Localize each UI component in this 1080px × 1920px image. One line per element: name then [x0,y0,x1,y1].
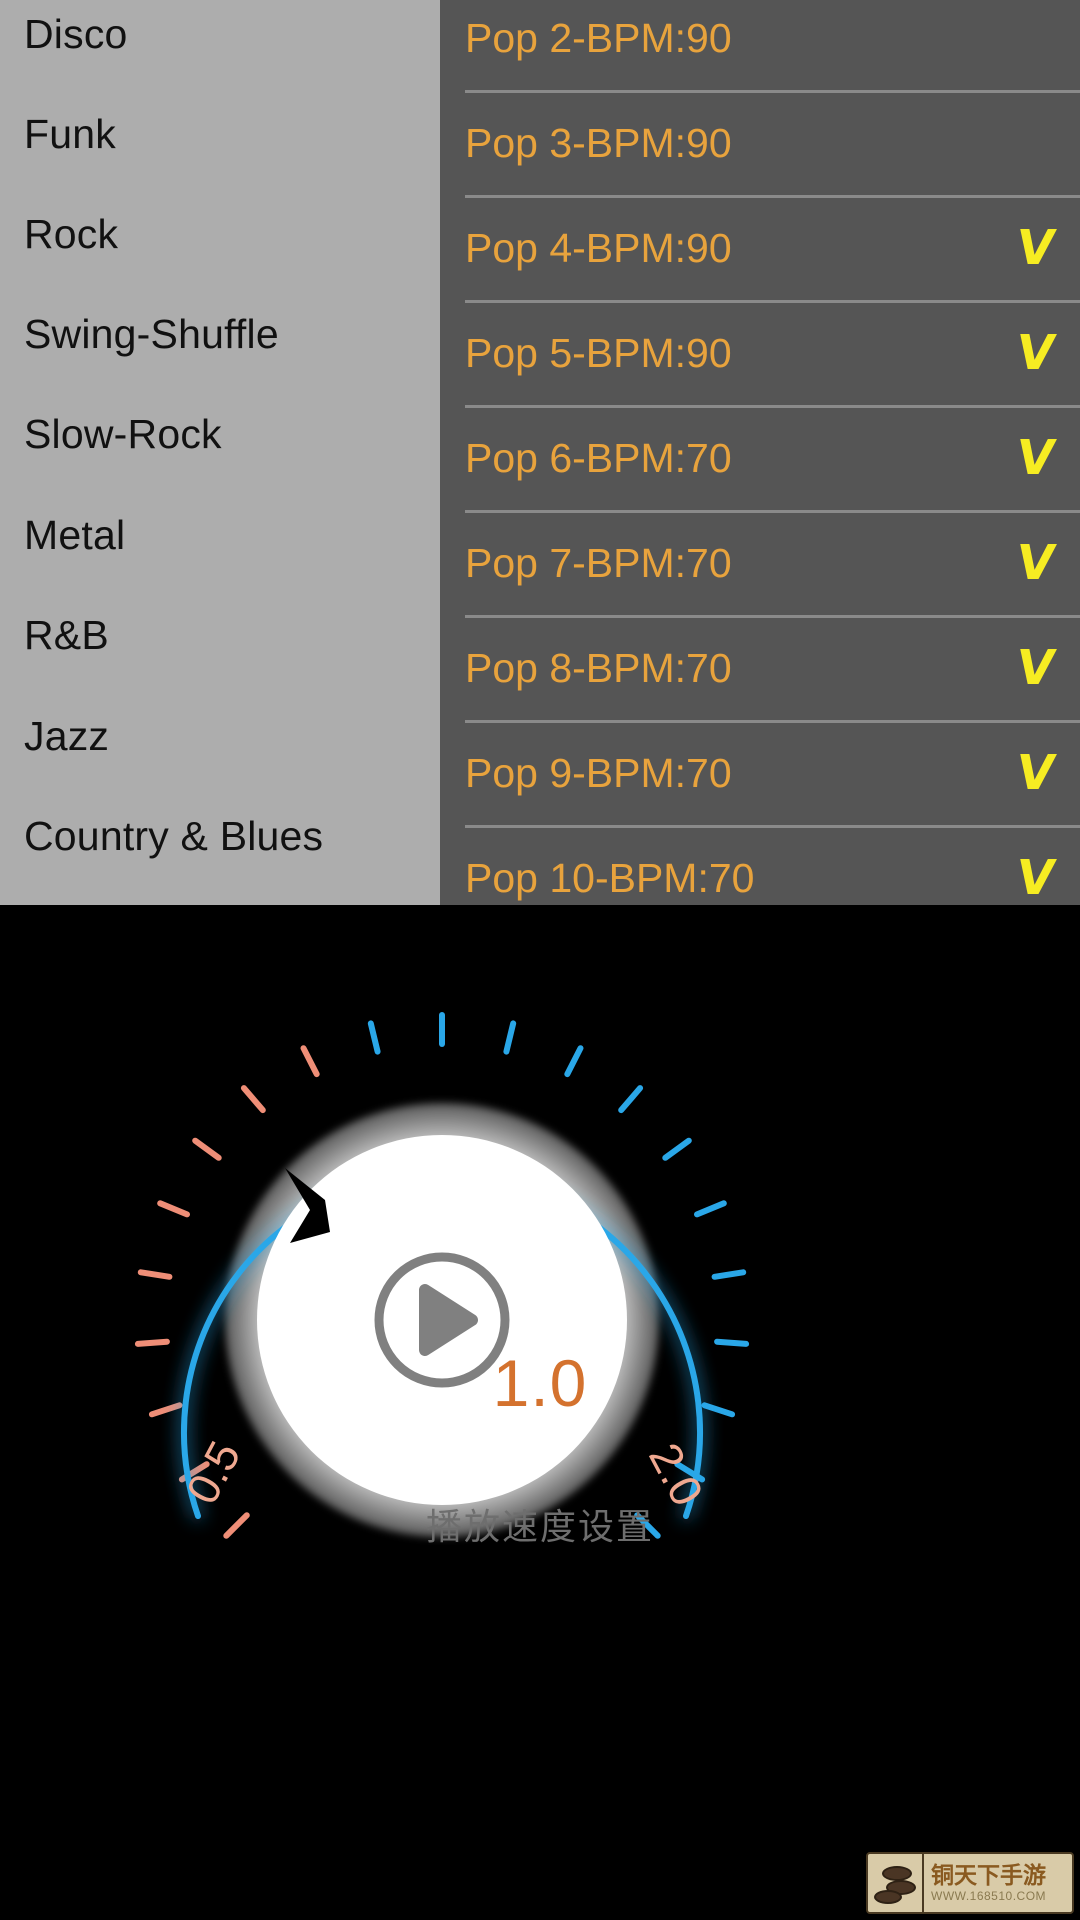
pattern-label: Pop 7-BPM:70 [465,539,732,586]
row-separator [465,300,1080,303]
dial-tick [564,1045,584,1078]
dial-tick [711,1269,747,1280]
pattern-label: Pop 2-BPM:90 [465,14,732,61]
pattern-label: Pop 10-BPM:70 [465,854,755,901]
check-icon[interactable]: V [1012,535,1058,591]
genre-item[interactable]: Country & Blues [24,812,323,860]
check-icon[interactable]: V [1012,220,1058,276]
pattern-row[interactable]: Pop 2-BPM:90 [440,0,1080,90]
check-icon[interactable]: V [1012,325,1058,381]
check-icon[interactable]: V [1012,430,1058,486]
pattern-label: Pop 5-BPM:90 [465,329,732,376]
dial-tick [157,1200,190,1218]
pattern-label: Pop 6-BPM:70 [465,434,732,481]
pattern-label: Pop 3-BPM:90 [465,119,732,166]
genre-item[interactable]: Swing-Shuffle [24,310,279,358]
watermark-text: 铜天下手游 WWW.168510.COM [924,1863,1072,1904]
genre-item[interactable]: Metal [24,511,125,559]
genre-item[interactable]: Rock [24,210,118,258]
pattern-row[interactable]: Pop 9-BPM:70 V [440,720,1080,825]
check-icon[interactable]: V [1012,850,1058,906]
check-icon[interactable]: V [1012,640,1058,696]
dial-tick [240,1085,266,1114]
dial-tick [714,1338,750,1347]
coins-icon [868,1854,924,1912]
pattern-label: Pop 9-BPM:70 [465,749,732,796]
pattern-row[interactable]: Pop 6-BPM:70 V [440,405,1080,510]
genre-item[interactable]: Disco [24,10,128,58]
pattern-list[interactable]: Pop 2-BPM:90 Pop 3-BPM:90 Pop 4-BPM:90 V Pop… [440,0,1080,905]
pattern-row[interactable]: Pop 10-BPM:70 V [440,825,1080,905]
speed-value: 1.0 [492,1346,588,1420]
pattern-row[interactable]: Pop 3-BPM:90 [440,90,1080,195]
row-separator [465,720,1080,723]
genre-item[interactable]: Funk [24,110,116,158]
pattern-row[interactable]: Pop 5-BPM:90 V [440,300,1080,405]
genre-list[interactable]: Disco Funk Rock Swing-Shuffle Slow-Rock Metal… [0,0,440,905]
dial-tick [192,1137,222,1161]
rhythm-picker: Disco Funk Rock Swing-Shuffle Slow-Rock Metal… [0,0,1080,905]
genre-item[interactable]: R&B [24,611,109,659]
row-separator [465,405,1080,408]
speed-dial-caption: 播放速度设置 [425,1507,654,1548]
dial-tick [503,1020,517,1055]
row-separator [465,510,1080,513]
dial-tick [662,1137,692,1161]
pattern-row[interactable]: Pop 8-BPM:70 V [440,615,1080,720]
dial-tick [694,1200,727,1218]
pattern-label: Pop 4-BPM:90 [465,224,732,271]
pattern-row[interactable]: Pop 4-BPM:90 V [440,195,1080,300]
row-separator [465,825,1080,828]
watermark-url: WWW.168510.COM [931,1888,1047,1903]
dial-tick [137,1269,173,1280]
dial-tick [367,1020,381,1055]
app-root: Disco Funk Rock Swing-Shuffle Slow-Rock Metal… [0,0,1080,1920]
row-separator [465,195,1080,198]
pattern-label: Pop 8-BPM:70 [465,644,732,691]
genre-item[interactable]: Jazz [24,712,109,760]
dial-tick [134,1338,170,1347]
dial-tick [300,1045,320,1078]
dial-tick [618,1085,644,1114]
genre-item[interactable]: Slow-Rock [24,410,222,458]
watermark-title: 铜天下手游 [931,1862,1046,1889]
check-icon[interactable]: V [1012,745,1058,801]
watermark-badge: 铜天下手游 WWW.168510.COM [866,1852,1074,1914]
row-separator [465,90,1080,93]
row-separator [465,615,1080,618]
pattern-row[interactable]: Pop 7-BPM:70 V [440,510,1080,615]
